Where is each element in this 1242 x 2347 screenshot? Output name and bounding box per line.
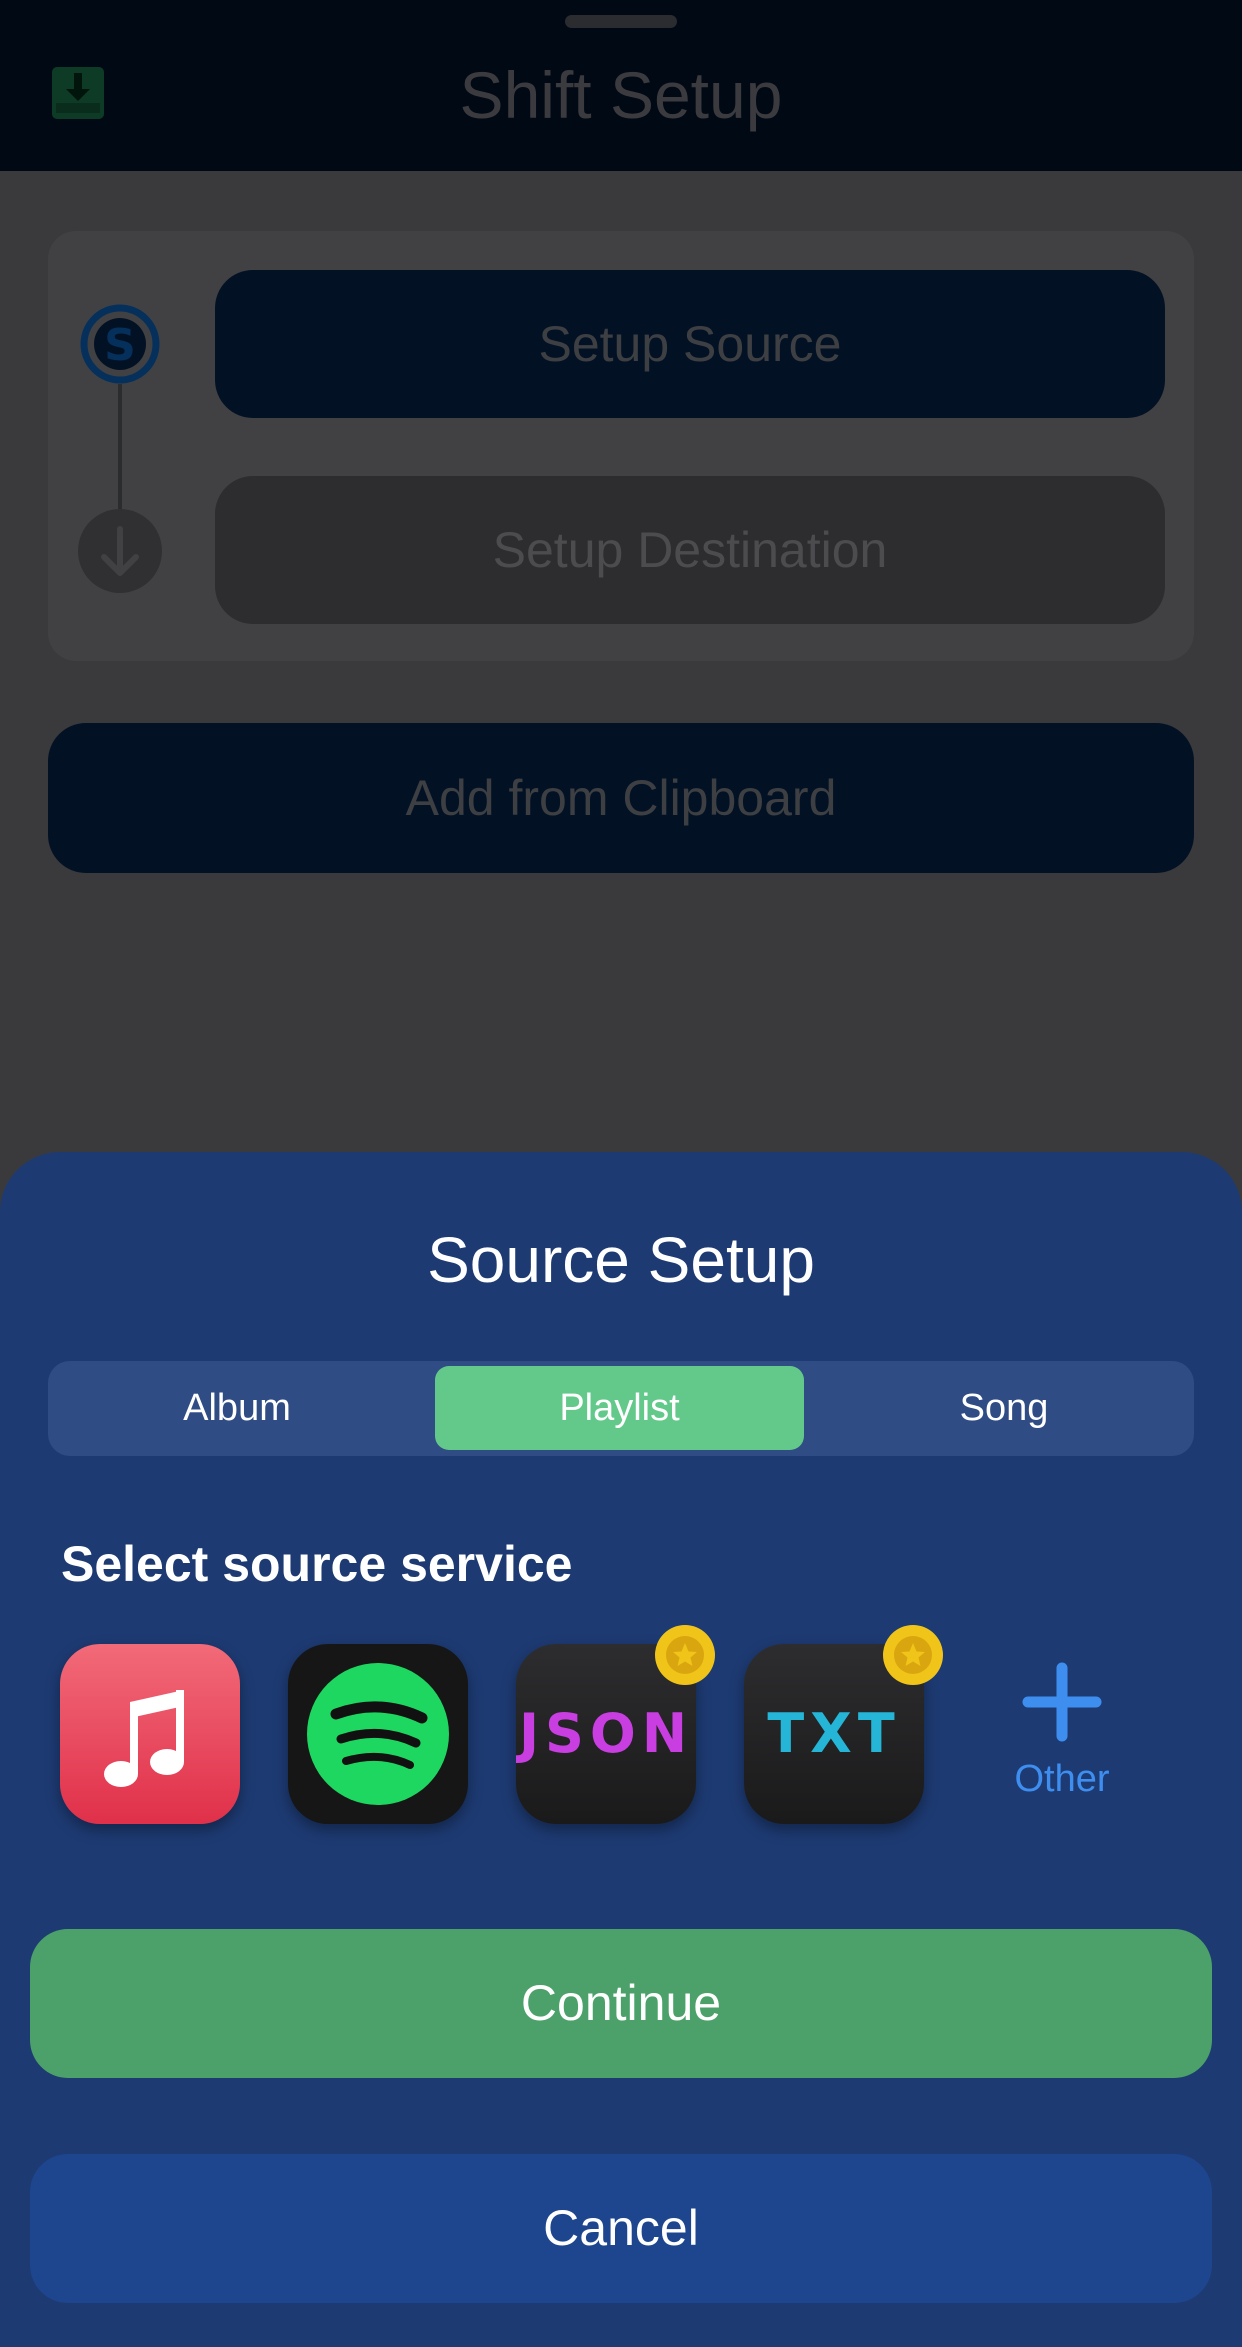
step-connector-line [118,384,122,510]
premium-badge-icon [654,1624,716,1686]
plus-icon[interactable] [1022,1662,1102,1742]
apple-music-service[interactable] [60,1644,240,1824]
music-note-icon [104,1690,184,1787]
select-source-label: Select source service [61,1536,573,1592]
segment-song[interactable]: Song [820,1366,1188,1450]
sheet-grabber[interactable] [565,15,677,28]
spotify-icon [307,1663,449,1805]
segment-album[interactable]: Album [53,1366,421,1450]
spotify-service[interactable] [288,1644,468,1824]
setup-destination-button[interactable]: Setup Destination [215,476,1165,624]
continue-button[interactable]: Continue [30,1929,1212,2078]
page-title: Shift Setup [459,58,783,132]
setup-source-button[interactable]: Setup Source [215,270,1165,418]
add-from-clipboard-button[interactable]: Add from Clipboard [48,723,1194,873]
source-s-icon: S [79,303,161,385]
svg-text:S: S [104,320,136,371]
premium-badge-icon [882,1624,944,1686]
sheet-title: Source Setup [427,1224,815,1296]
cancel-button[interactable]: Cancel [30,2154,1212,2303]
arrow-down-icon [78,509,162,593]
segment-playlist[interactable]: Playlist [435,1366,804,1450]
other-service-button[interactable]: Other [992,1754,1132,1804]
